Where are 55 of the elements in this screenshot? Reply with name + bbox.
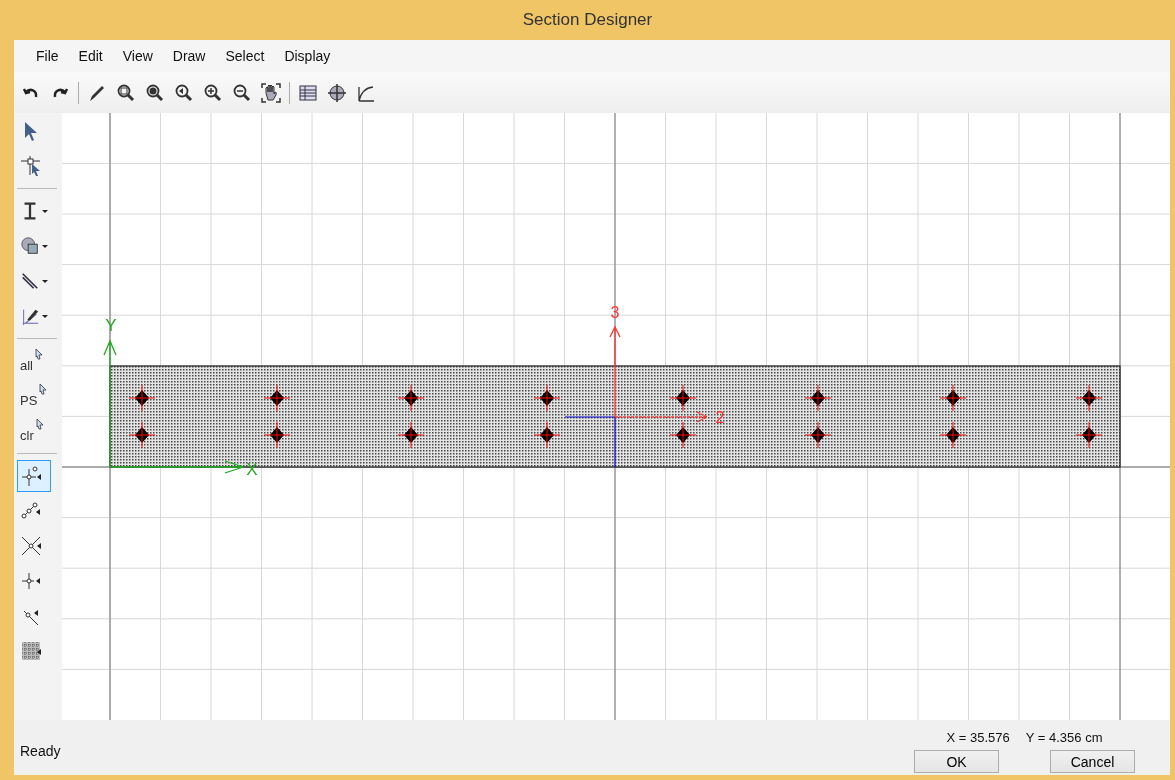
- pointer-icon: [35, 418, 44, 430]
- rebar-point[interactable]: [1075, 421, 1103, 449]
- zoom-window-icon: [116, 82, 136, 103]
- rebar-point[interactable]: [669, 384, 697, 412]
- zoom-previous-icon: [174, 82, 194, 103]
- menu-item[interactable]: File: [26, 46, 69, 66]
- axis-label: 3: [610, 304, 620, 321]
- point-grid-icon: [20, 640, 42, 662]
- point-icon: [20, 465, 42, 487]
- menu-item[interactable]: Draw: [162, 46, 216, 66]
- point-single-icon: [20, 570, 42, 592]
- dialog-button[interactable]: Cancel: [1050, 750, 1135, 773]
- axis-line: [564, 416, 616, 468]
- tool-button[interactable]: all: [17, 345, 51, 377]
- pointer-icon: [35, 348, 43, 360]
- menu-item[interactable]: Edit: [68, 46, 113, 66]
- menu-item[interactable]: Select: [215, 46, 275, 66]
- pan-button[interactable]: [258, 80, 284, 105]
- rebar-point[interactable]: [263, 421, 291, 449]
- zoom-in-icon: [203, 82, 223, 103]
- rebar-point[interactable]: [533, 384, 561, 412]
- axis-label: 2: [715, 409, 725, 426]
- crosshair-icon: [327, 82, 347, 103]
- zoom-out-icon: [232, 82, 252, 103]
- zoom-fit-icon: [145, 82, 165, 103]
- dialog-button[interactable]: OK: [914, 750, 999, 773]
- pointer-icon: [39, 383, 48, 395]
- rebar-point[interactable]: [804, 421, 832, 449]
- reshape-icon: [20, 155, 42, 177]
- rebar-point[interactable]: [939, 384, 967, 412]
- menu-item[interactable]: View: [112, 46, 163, 66]
- table-icon: [298, 82, 318, 103]
- rebar-point[interactable]: [128, 384, 156, 412]
- shape-icon: [20, 235, 40, 257]
- menu-item[interactable]: Display: [274, 46, 341, 66]
- axis-label: Y: [105, 316, 117, 335]
- rebar-point[interactable]: [533, 421, 561, 449]
- window-title: Section Designer: [522, 10, 653, 30]
- coordinate-reading: Y = 4.356 cm: [1025, 730, 1103, 745]
- point-line-icon: [20, 500, 42, 522]
- point-cross-icon: [20, 535, 42, 557]
- tool-button[interactable]: PS: [17, 380, 51, 412]
- rebar-point[interactable]: [397, 421, 425, 449]
- coordinate-reading: X = 35.576: [946, 730, 1010, 745]
- line-icon: [20, 270, 40, 292]
- rebar-point[interactable]: [128, 421, 156, 449]
- rebar-point[interactable]: [669, 421, 697, 449]
- rebar-point[interactable]: [1075, 384, 1103, 412]
- rebar-point[interactable]: [397, 384, 425, 412]
- rebar-point[interactable]: [263, 384, 291, 412]
- status-text: Ready: [20, 743, 61, 759]
- rebar-point[interactable]: [939, 421, 967, 449]
- tool-button[interactable]: clr: [17, 415, 51, 447]
- pan-icon: [261, 82, 281, 103]
- rebar-point[interactable]: [804, 384, 832, 412]
